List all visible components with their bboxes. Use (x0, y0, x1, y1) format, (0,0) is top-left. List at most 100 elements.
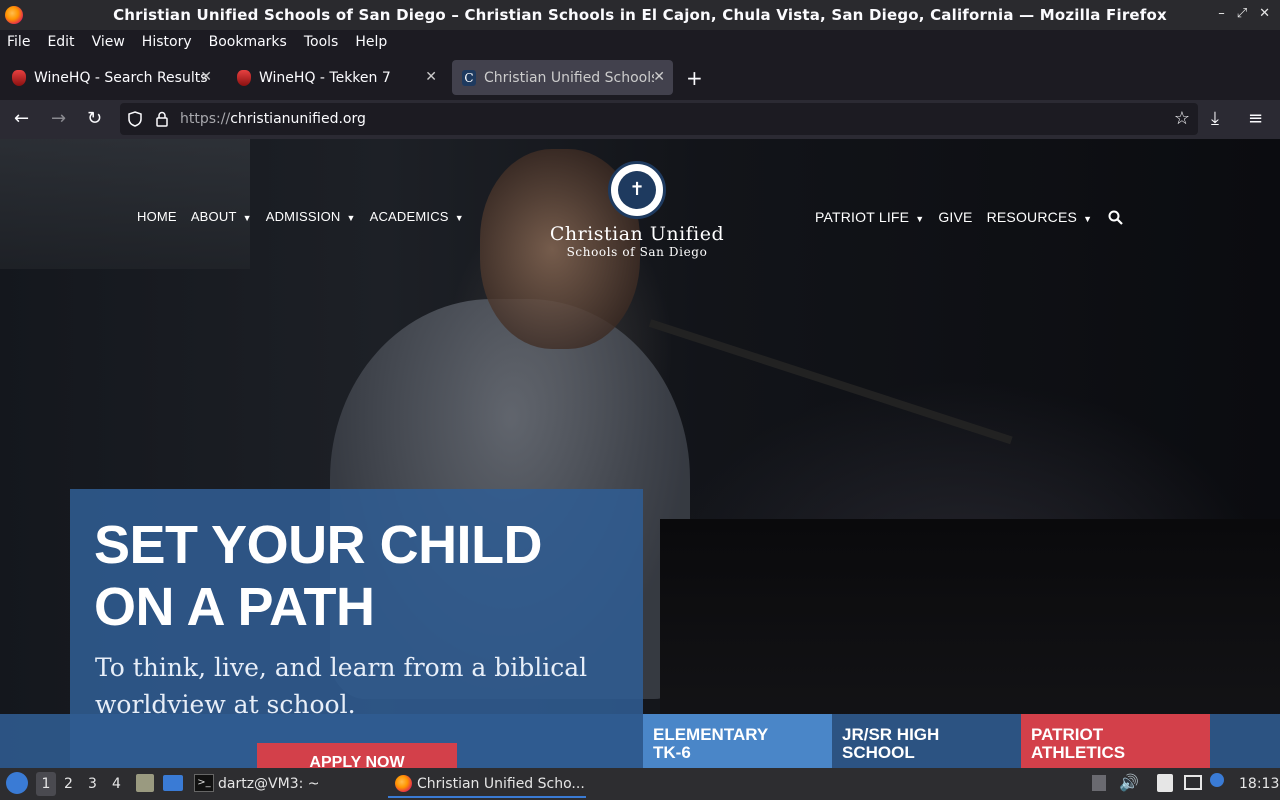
firefox-icon (395, 775, 412, 792)
close-tab-icon[interactable]: ✕ (425, 69, 437, 85)
nav-patriot-life-label: PATRIOT LIFE (815, 209, 910, 225)
network-icon[interactable] (1184, 775, 1202, 790)
taskbar: 1 2 3 4 >_ dartz@VM3: ~ Christian Unifie… (0, 768, 1280, 800)
program-elementary-line1: ELEMENTARY (653, 725, 769, 744)
window-title: Christian Unified Schools of San Diego –… (113, 6, 1167, 24)
menu-tools[interactable]: Tools (304, 34, 339, 50)
clipboard-icon[interactable] (1157, 774, 1173, 792)
maximize-button[interactable]: ⤢ (1237, 6, 1247, 21)
program-jr-sr-high[interactable]: JR/SR HIGH SCHOOL (832, 714, 1021, 768)
nav-about-label: ABOUT (190, 209, 237, 224)
caret-down-icon: ▼ (242, 213, 252, 223)
program-athletics-line1: PATRIOT (1031, 725, 1104, 744)
bookmark-star-icon[interactable]: ☆ (1174, 108, 1190, 129)
url-text[interactable]: https://christianunified.org (180, 111, 366, 127)
site-nav-right: PATRIOT LIFE ▼ GIVE RESOURCES ▼ (815, 209, 1123, 225)
tab-christian-unified[interactable]: C Christian Unified Schools ✕ (452, 60, 673, 95)
program-athletics-line2: ATHLETICS (1031, 743, 1126, 762)
hero-headline-line1: SET YOUR CHILD (94, 515, 543, 575)
logo-name: Christian Unified (549, 223, 725, 245)
nav-academics[interactable]: ACADEMICS ▼ (370, 209, 464, 224)
reload-icon[interactable]: ↻ (87, 108, 102, 129)
tab-strip: WineHQ - Search Results ✕ WineHQ - Tekke… (0, 54, 1280, 100)
wine-icon (237, 69, 251, 86)
menu-help[interactable]: Help (355, 34, 387, 50)
taskbar-terminal[interactable]: dartz@VM3: ~ (218, 776, 320, 792)
workspace-4[interactable]: 4 (112, 776, 121, 792)
minimize-button[interactable]: – (1218, 6, 1225, 21)
navigation-bar: ← → ↻ https://christianunified.org ☆ ⤓ ≡ (0, 100, 1280, 139)
close-tab-icon[interactable]: ✕ (200, 69, 212, 85)
hero-subline: To think, live, and learn from a biblica… (95, 653, 588, 719)
hero-headline: SET YOUR CHILD ON A PATH (94, 514, 543, 638)
terminal-icon: >_ (194, 774, 214, 792)
hero-panel: SET YOUR CHILD ON A PATH To think, live,… (70, 489, 643, 768)
tab-label: Christian Unified Schools (484, 69, 654, 86)
nav-patriot-life[interactable]: PATRIOT LIFE ▼ (815, 209, 924, 225)
nav-resources[interactable]: RESOURCES ▼ (987, 209, 1093, 225)
workspace-1[interactable]: 1 (36, 772, 56, 796)
shield-icon[interactable] (128, 111, 142, 127)
notification-icon[interactable] (1210, 773, 1224, 787)
close-tab-icon[interactable]: ✕ (653, 69, 665, 85)
menu-view[interactable]: View (92, 34, 125, 50)
menu-file[interactable]: File (7, 34, 30, 50)
hero-headline-line2: ON A PATH (94, 577, 375, 637)
workspace-2[interactable]: 2 (64, 776, 73, 792)
taskbar-firefox-label: Christian Unified Scho... (417, 776, 585, 792)
background-photo-stand (0, 139, 250, 269)
hamburger-menu-icon[interactable]: ≡ (1248, 108, 1263, 129)
workspace-3[interactable]: 3 (88, 776, 97, 792)
url-host: christianunified.org (230, 111, 366, 127)
taskbar-firefox[interactable]: Christian Unified Scho... (388, 768, 586, 798)
menu-bar: File Edit View History Bookmarks Tools H… (0, 30, 1280, 54)
tab-label: WineHQ - Search Results (34, 69, 208, 86)
program-elementary[interactable]: ELEMENTARY TK-6 (643, 714, 832, 768)
tab-winehq-tekken[interactable]: WineHQ - Tekken 7 ✕ (227, 60, 445, 95)
site-logo[interactable]: ✝ Christian Unified Schools of San Diego (530, 161, 744, 259)
downloads-icon[interactable]: ⤓ (1211, 108, 1219, 129)
forward-icon[interactable]: → (51, 108, 66, 129)
site-nav-left: HOME ABOUT ▼ ADMISSION ▼ ACADEMICS ▼ (137, 209, 464, 224)
window-controls: – ⤢ ✕ (1218, 6, 1270, 21)
page-viewport: HOME ABOUT ▼ ADMISSION ▼ ACADEMICS ▼ ✝ Chri… (0, 139, 1280, 768)
school-seal-icon: ✝ (608, 161, 666, 219)
menu-edit[interactable]: Edit (47, 34, 74, 50)
background-photo-microphone (648, 319, 1013, 445)
nav-give[interactable]: GIVE (938, 209, 972, 225)
volume-icon[interactable]: 🔊 (1119, 773, 1139, 792)
lock-icon[interactable] (156, 111, 168, 127)
caret-down-icon: ▼ (454, 213, 464, 223)
desktop-icon[interactable] (163, 775, 183, 791)
nav-resources-label: RESOURCES (986, 209, 1078, 225)
wine-icon (12, 69, 26, 86)
menu-history[interactable]: History (142, 34, 192, 50)
apply-now-button[interactable]: APPLY NOW (257, 743, 457, 768)
nav-home[interactable]: HOME (137, 209, 177, 224)
caret-down-icon: ▼ (346, 213, 356, 223)
nav-about[interactable]: ABOUT ▼ (191, 209, 252, 224)
cu-icon: C (462, 69, 476, 86)
program-jr-sr-high-line2: SCHOOL (842, 743, 915, 762)
program-jr-sr-high-line1: JR/SR HIGH (842, 725, 940, 744)
tray-expand-icon[interactable] (1092, 775, 1106, 791)
tab-winehq-search[interactable]: WineHQ - Search Results ✕ (2, 60, 220, 95)
url-bar[interactable]: https://christianunified.org ☆ (120, 103, 1198, 135)
program-athletics[interactable]: PATRIOT ATHLETICS (1021, 714, 1210, 768)
back-icon[interactable]: ← (14, 108, 29, 129)
start-menu-icon[interactable] (6, 772, 28, 794)
logo-subtitle: Schools of San Diego (566, 245, 708, 259)
tab-label: WineHQ - Tekken 7 (259, 69, 391, 86)
caret-down-icon: ▼ (1083, 214, 1093, 224)
nav-admission[interactable]: ADMISSION ▼ (266, 209, 356, 224)
url-scheme: https:// (180, 111, 231, 127)
caret-down-icon: ▼ (915, 214, 925, 224)
search-icon[interactable] (1108, 210, 1123, 225)
menu-bookmarks[interactable]: Bookmarks (209, 34, 287, 50)
program-elementary-line2: TK-6 (653, 743, 691, 762)
close-window-button[interactable]: ✕ (1259, 6, 1270, 21)
new-tab-button[interactable]: + (686, 66, 703, 90)
nav-academics-label: ACADEMICS (369, 209, 449, 224)
file-manager-icon[interactable] (136, 774, 154, 792)
window-titlebar: Christian Unified Schools of San Diego –… (0, 0, 1280, 30)
